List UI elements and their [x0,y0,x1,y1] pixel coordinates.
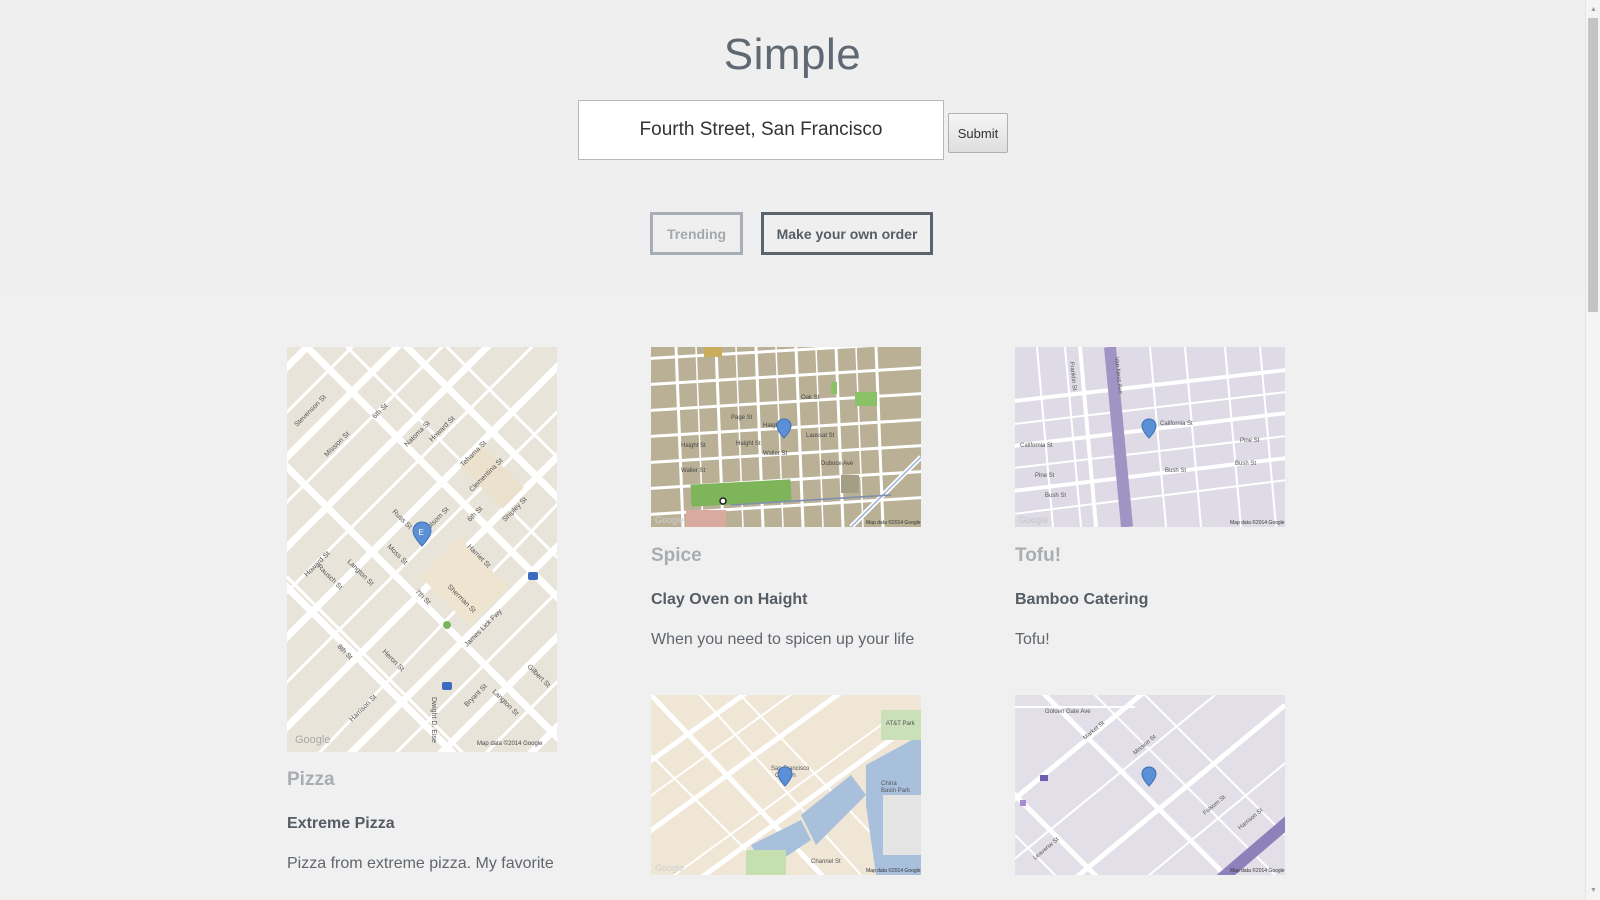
svg-text:Dwight D. Eise: Dwight D. Eise [430,697,437,743]
svg-text:Oak St: Oak St [801,395,820,401]
restaurant-map[interactable]: Golden Gate Ave Market St Mission St Fol… [1015,695,1285,875]
svg-text:China: China [881,781,897,787]
restaurant-name[interactable]: Extreme Pizza [287,815,395,833]
restaurant-category: Spice [651,545,702,566]
svg-text:Golden Gate Ave: Golden Gate Ave [1045,709,1091,715]
svg-text:AT&T Park: AT&T Park [886,721,916,727]
svg-text:Bush St: Bush St [1045,493,1066,499]
scroll-down-arrow-icon[interactable]: ▼ [1586,883,1600,898]
svg-text:Waller St: Waller St [763,451,787,457]
page-scrollbar[interactable]: ▲ ▼ [1585,0,1600,900]
svg-text:E: E [419,528,424,537]
make-own-order-button[interactable]: Make your own order [761,212,933,255]
svg-text:Page St: Page St [731,415,753,421]
svg-text:Map data ©2014 Google: Map data ©2014 Google [866,519,921,526]
svg-text:Laussat St: Laussat St [806,433,835,439]
svg-text:Haight St: Haight St [736,441,761,447]
location-search-input[interactable] [578,100,944,160]
svg-text:Pine St: Pine St [1240,438,1260,444]
svg-text:Basin Park: Basin Park [881,788,911,794]
svg-text:Map data ©2014 Google: Map data ©2014 Google [1230,867,1285,874]
restaurant-map[interactable]: California St California St Pine St Pine… [1015,347,1285,527]
svg-text:Map data ©2014 Google: Map data ©2014 Google [866,867,921,874]
svg-text:Google: Google [655,515,684,525]
restaurant-map[interactable]: Page St Haight St Haight St Waller St Oa… [651,347,921,527]
restaurant-description: Pizza from extreme pizza. My favorite [287,855,554,872]
scroll-up-arrow-icon[interactable]: ▲ [1586,2,1600,17]
svg-text:Bush St: Bush St [1235,461,1256,467]
svg-text:Google: Google [655,863,684,873]
app-title: Simple [723,30,862,79]
svg-text:Pine St: Pine St [1035,473,1055,479]
trending-button[interactable]: Trending [650,212,743,255]
svg-text:Bush St: Bush St [1165,468,1186,474]
svg-text:Haight St: Haight St [681,443,706,449]
svg-text:California St: California St [1020,443,1053,449]
svg-text:California St: California St [1160,421,1193,427]
restaurant-category: Tofu! [1015,545,1062,566]
svg-text:Duboce Ave: Duboce Ave [821,461,854,467]
restaurant-name[interactable]: Clay Oven on Haight [651,591,807,609]
scroll-thumb[interactable] [1588,18,1598,312]
svg-text:Channel St: Channel St [811,859,841,865]
header: Simple Submit Trending Make your own ord… [0,0,1585,294]
svg-text:Google: Google [295,734,330,746]
svg-text:Waller St: Waller St [681,468,705,474]
restaurant-description: Tofu! [1015,631,1050,648]
svg-text:Map data ©2014 Google: Map data ©2014 Google [1230,519,1285,526]
svg-text:Map data ©2014 Google: Map data ©2014 Google [477,740,543,747]
page: Simple Submit Trending Make your own ord… [0,0,1585,900]
restaurant-category: Pizza [287,769,335,790]
svg-text:Google: Google [1019,515,1048,525]
submit-button[interactable]: Submit [948,113,1008,153]
restaurant-name[interactable]: Bamboo Catering [1015,591,1148,609]
restaurant-description: When you need to spicen up your life [651,631,915,648]
restaurant-map[interactable]: Stevenson St Mission St 6th St Natoma St… [287,347,557,752]
restaurant-map[interactable]: San Francisco Caltrain AT&T Park China B… [651,695,921,875]
